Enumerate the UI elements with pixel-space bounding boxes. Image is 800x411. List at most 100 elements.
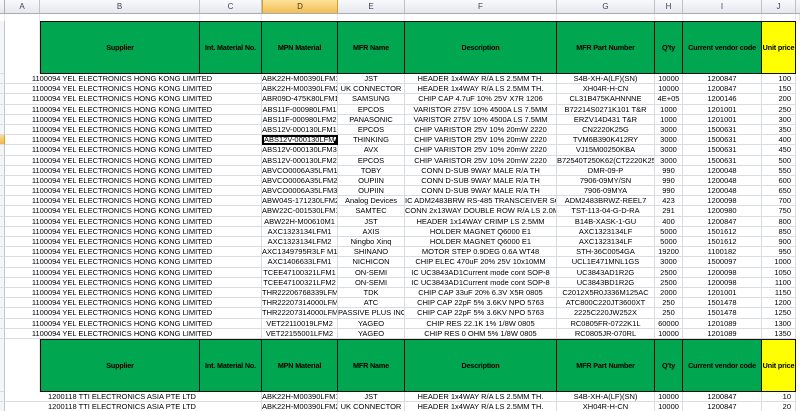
header-mpn-material[interactable]: MPN Material — [262, 339, 338, 392]
column-header-G[interactable]: G — [557, 0, 655, 13]
cell-qty[interactable]: 2500 — [655, 278, 683, 288]
cell-unit-price[interactable]: 1050 — [762, 268, 796, 278]
header-mfr-name[interactable]: MFR Name — [338, 21, 405, 74]
cell-description[interactable]: CHIP VARISTOR 25V 10% 20mW 2220 — [405, 125, 557, 135]
cell-unit-price[interactable]: 550 — [762, 166, 796, 176]
cell-mfr-name[interactable]: JST — [338, 217, 405, 227]
cell-mfr-name[interactable]: NICHICON — [338, 257, 405, 267]
cell-mfr-name[interactable]: JST — [338, 74, 405, 84]
cell-mfr-part-number[interactable]: 7906-09MY/SN — [557, 176, 655, 186]
cell-mpn-material[interactable]: TCEE47100321LFM2 — [262, 278, 338, 288]
header-qty[interactable]: Q'ty — [655, 339, 683, 392]
cell-mfr-part-number[interactable]: DMR-09-P — [557, 166, 655, 176]
cell-supplier[interactable]: 1100094 YEL ELECTRONICS HONG KONG LIMITE… — [5, 176, 262, 186]
header-mfr-part-number[interactable]: MFR Part Number — [557, 339, 655, 392]
cell-description[interactable]: CONN D-SUB 9WAY MALE R/A TH — [405, 166, 557, 176]
cell-vendor-code[interactable]: 1200048 — [683, 186, 762, 196]
column-header-C[interactable]: C — [200, 0, 262, 13]
cell-supplier[interactable]: 1100094 YEL ELECTRONICS HONG KONG LIMITE… — [5, 247, 262, 257]
column-header-B[interactable]: B — [40, 0, 200, 13]
header-unit-price[interactable]: Unit price — [762, 21, 796, 74]
cell-unit-price[interactable]: 800 — [762, 217, 796, 227]
cell-unit-price[interactable]: 20 — [762, 402, 796, 411]
column-header-E[interactable]: E — [338, 0, 405, 13]
cell-description[interactable]: IC ADM2483BRW RS-485 TRANSCEIVER SO-16 — [405, 196, 557, 206]
cell-mpn-material[interactable]: ABS12V-000130LFM1 — [262, 125, 338, 135]
cell-supplier[interactable]: 1100094 YEL ELECTRONICS HONG KONG LIMITE… — [5, 227, 262, 237]
cell-qty[interactable]: 3000 — [655, 125, 683, 135]
cell-supplier[interactable]: 1100094 YEL ELECTRONICS HONG KONG LIMITE… — [5, 186, 262, 196]
cell-unit-price[interactable]: 350 — [762, 125, 796, 135]
cell-unit-price[interactable]: 1100 — [762, 278, 796, 288]
cell-mpn-material[interactable]: AXC1323134LFM1 — [262, 227, 338, 237]
cell-qty[interactable]: 990 — [655, 176, 683, 186]
cell-description[interactable]: CONN D-SUB 9WAY MALE R/A TH — [405, 176, 557, 186]
cell-mfr-part-number[interactable]: TST-113-04-G-D-RA — [557, 206, 655, 216]
cell-qty[interactable]: 3000 — [655, 145, 683, 155]
header-supplier[interactable]: Supplier — [40, 21, 200, 74]
cell-mfr-part-number[interactable]: UC3843AD1R2G — [557, 268, 655, 278]
cell-mfr-name[interactable]: YAGEO — [338, 329, 405, 339]
cell-mpn-material[interactable]: ABK22H-M00390LFM2 — [262, 84, 338, 94]
cell-qty[interactable]: 3000 — [655, 156, 683, 166]
cell-mfr-name[interactable]: EPCOS — [338, 105, 405, 115]
cell-qty[interactable]: 1000 — [655, 115, 683, 125]
cell-unit-price[interactable]: 10 — [762, 392, 796, 402]
cell-mpn-material[interactable]: THR22207314000LFM2 — [262, 308, 338, 318]
header-description[interactable]: Description — [405, 339, 557, 392]
cell-supplier[interactable]: 1100094 YEL ELECTRONICS HONG KONG LIMITE… — [5, 278, 262, 288]
header-qty[interactable]: Q'ty — [655, 21, 683, 74]
cell-vendor-code[interactable]: 1201001 — [683, 288, 762, 298]
cell-supplier[interactable]: 1100094 YEL ELECTRONICS HONG KONG LIMITE… — [5, 196, 262, 206]
cell-mfr-name[interactable]: THINKING — [338, 135, 405, 145]
cell-supplier[interactable]: 1200118 TTI ELECTRONICS ASIA PTE LTD — [5, 402, 262, 411]
cell-unit-price[interactable]: 1350 — [762, 329, 796, 339]
cell-mfr-part-number[interactable]: RC0805JR-070RL — [557, 329, 655, 339]
cell-mpn-material[interactable]: THR22206768339LFM1 — [262, 288, 338, 298]
cell-unit-price[interactable]: 850 — [762, 227, 796, 237]
cell-mfr-name[interactable]: UK CONNECTOR — [338, 84, 405, 94]
cell-mfr-name[interactable]: AVX — [338, 145, 405, 155]
cell-unit-price[interactable]: 650 — [762, 186, 796, 196]
cell-supplier[interactable]: 1100094 YEL ELECTRONICS HONG KONG LIMITE… — [5, 105, 262, 115]
cell-vendor-code[interactable]: 1200847 — [683, 392, 762, 402]
cell-mfr-name[interactable]: SAMSUNG — [338, 94, 405, 104]
cell-vendor-code[interactable]: 1500097 — [683, 257, 762, 267]
cell-supplier[interactable]: 1100094 YEL ELECTRONICS HONG KONG LIMITE… — [5, 135, 262, 145]
cell-mfr-part-number[interactable]: 7906-09MYA — [557, 186, 655, 196]
cell-supplier[interactable]: 1100094 YEL ELECTRONICS HONG KONG LIMITE… — [5, 166, 262, 176]
cell-mfr-part-number[interactable]: UCL1E471MNL1GS — [557, 257, 655, 267]
column-header-D[interactable]: D — [262, 0, 338, 13]
cell-vendor-code[interactable]: 1201089 — [683, 329, 762, 339]
cell-qty[interactable]: 291 — [655, 206, 683, 216]
cell-mfr-name[interactable]: TOBY — [338, 166, 405, 176]
cell-mfr-name[interactable]: PANASONIC — [338, 115, 405, 125]
cell-unit-price[interactable]: 200 — [762, 94, 796, 104]
header-mpn-material[interactable]: MPN Material — [262, 21, 338, 74]
cell-vendor-code[interactable]: 1200146 — [683, 94, 762, 104]
cell-qty[interactable]: 2000 — [655, 288, 683, 298]
cell-description[interactable]: CONN 2x13WAY DOUBLE ROW R/A LS 2.0MM — [405, 206, 557, 216]
cell-description[interactable]: HOLDER MAGNET Q6000 E1 — [405, 227, 557, 237]
cell-mfr-part-number[interactable]: TVM6B390K412RY — [557, 135, 655, 145]
cell-unit-price[interactable]: 300 — [762, 115, 796, 125]
header-mfr-part-number[interactable]: MFR Part Number — [557, 21, 655, 74]
cell-mfr-part-number[interactable]: C2012X5R0J336M125AC — [557, 288, 655, 298]
cell-description[interactable]: HEADER 1x4WAY R/A LS 2.5MM TH. — [405, 402, 557, 411]
cell-mfr-part-number[interactable]: S4B-XH-A(LF)(SN) — [557, 74, 655, 84]
cell-supplier[interactable]: 1100094 YEL ELECTRONICS HONG KONG LIMITE… — [5, 217, 262, 227]
cell-supplier[interactable]: 1100094 YEL ELECTRONICS HONG KONG LIMITE… — [5, 125, 262, 135]
cell-vendor-code[interactable]: 1200098 — [683, 268, 762, 278]
cell-mfr-part-number[interactable]: RC0805FR-0722K1L — [557, 319, 655, 329]
cell-qty[interactable]: 1000 — [655, 105, 683, 115]
cell-mpn-material[interactable]: ABVCO0006A35LFM1 — [262, 166, 338, 176]
column-header-H[interactable]: H — [655, 0, 683, 13]
cell-mfr-part-number[interactable]: CN2220K25G — [557, 125, 655, 135]
cell-mfr-name[interactable]: SHINANO — [338, 247, 405, 257]
cell-description[interactable]: HEADER 1x4WAY R/A LS 2.5MM TH. — [405, 392, 557, 402]
cell-vendor-code[interactable]: 1501612 — [683, 227, 762, 237]
header-mfr-name[interactable]: MFR Name — [338, 339, 405, 392]
cell-description[interactable]: IC UC3843AD1Current mode cont SOP-8 — [405, 268, 557, 278]
cell-mfr-part-number[interactable]: ERZV14D431 T&R — [557, 115, 655, 125]
cell-mpn-material[interactable]: ABS12V-000130LFM2 — [262, 156, 338, 166]
